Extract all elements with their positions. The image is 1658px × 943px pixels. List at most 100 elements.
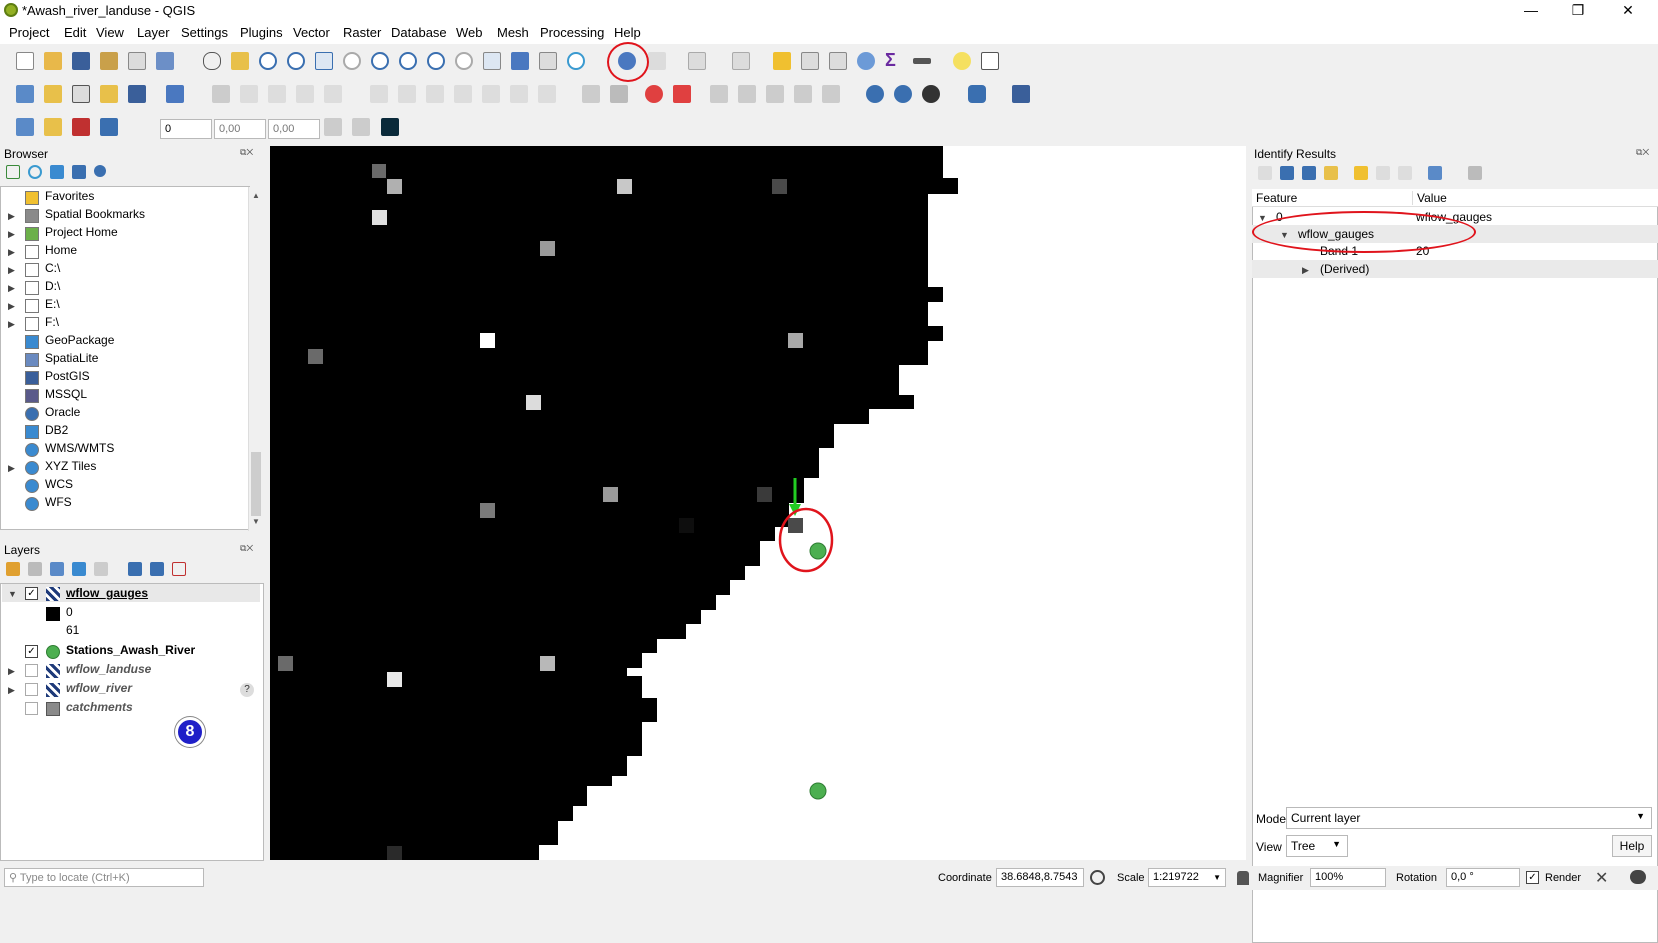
expand-new-results-icon[interactable] xyxy=(1280,166,1294,180)
expand-arrow-icon[interactable]: ▼ xyxy=(8,589,17,599)
maximize-button[interactable]: ❐ xyxy=(1555,0,1601,22)
collapse-all-icon[interactable] xyxy=(72,165,86,179)
select-identify-mode-icon[interactable] xyxy=(1428,166,1442,180)
view-select[interactable]: Tree ▼ xyxy=(1286,835,1348,857)
menu-raster[interactable]: Raster xyxy=(343,25,381,40)
menu-plugins[interactable]: Plugins xyxy=(240,25,283,40)
metasearch-icon[interactable] xyxy=(922,85,940,103)
browser-item[interactable]: E:\ xyxy=(45,297,60,315)
browser-item[interactable]: WFS xyxy=(45,495,72,513)
browser-item[interactable]: MSSQL xyxy=(45,387,87,405)
copy-features-icon[interactable] xyxy=(454,85,472,103)
expand-arrow-icon[interactable]: ▶ xyxy=(8,247,15,258)
new-shapefile-icon[interactable] xyxy=(72,85,90,103)
browser-scroll-thumb[interactable] xyxy=(251,452,261,516)
select-features-icon[interactable] xyxy=(688,52,706,70)
zoom-selection-icon[interactable] xyxy=(343,52,361,70)
modify-attributes-icon[interactable] xyxy=(370,85,388,103)
menu-edit[interactable]: Edit xyxy=(64,25,86,40)
browser-item[interactable]: F:\ xyxy=(45,315,59,333)
diagram-tool-icon[interactable] xyxy=(610,85,628,103)
locate-search-input[interactable]: ⚲ Type to locate (Ctrl+K) xyxy=(4,868,204,887)
messages-icon[interactable]: ✕ xyxy=(1595,868,1608,888)
browser-item[interactable]: PostGIS xyxy=(45,369,90,387)
menu-project[interactable]: Project xyxy=(9,25,49,40)
print-response-icon[interactable] xyxy=(1398,166,1412,180)
layer-name-wflow-river[interactable]: wflow_river xyxy=(66,681,132,699)
cut-features-icon[interactable] xyxy=(426,85,444,103)
expand-arrow-icon[interactable]: ▶ xyxy=(8,319,15,330)
toggle-editing-icon[interactable] xyxy=(240,85,258,103)
paste-features-icon[interactable] xyxy=(482,85,500,103)
new-bookmark-icon[interactable] xyxy=(511,52,529,70)
label-abc-icon[interactable] xyxy=(673,85,691,103)
python-console-icon[interactable] xyxy=(968,85,986,103)
menu-view[interactable]: View xyxy=(96,25,124,40)
pin-labels-icon[interactable] xyxy=(822,85,840,103)
zoom-last-icon[interactable] xyxy=(427,52,445,70)
browser-item[interactable]: D:\ xyxy=(45,279,60,297)
add-group-icon[interactable] xyxy=(28,562,42,576)
expand-tree-icon[interactable] xyxy=(1258,166,1272,180)
zoom-next-icon[interactable] xyxy=(455,52,473,70)
help-button[interactable]: Help xyxy=(1612,835,1652,857)
zoom-in-icon[interactable] xyxy=(259,52,277,70)
browser-filter-icon[interactable] xyxy=(50,165,64,179)
layer-checkbox-stations[interactable]: ✓ xyxy=(25,645,38,658)
open-project-icon[interactable] xyxy=(44,52,62,70)
identify-settings-icon[interactable] xyxy=(1468,166,1482,180)
layer-checkbox-wflow-landuse[interactable] xyxy=(25,664,38,677)
new-geopackage-layer-icon[interactable] xyxy=(44,85,62,103)
attribute-table-icon[interactable] xyxy=(801,52,819,70)
filter-legend-icon[interactable] xyxy=(72,562,86,576)
text-annotation-icon[interactable] xyxy=(981,52,999,70)
expand-arrow-icon[interactable]: ▶ xyxy=(8,685,15,696)
menu-database[interactable]: Database xyxy=(391,25,447,40)
field-calculator-icon[interactable] xyxy=(829,52,847,70)
measure-icon[interactable] xyxy=(913,58,931,64)
browser-item[interactable]: WCS xyxy=(45,477,73,495)
help-contents-icon[interactable] xyxy=(1012,85,1030,103)
value-spin-2[interactable]: 0,00 xyxy=(214,119,266,139)
browser-item[interactable]: Home xyxy=(45,243,77,261)
properties-icon[interactable] xyxy=(94,165,106,177)
collapse-all-layers-icon[interactable] xyxy=(150,562,164,576)
digitize-segment-icon[interactable] xyxy=(16,118,34,136)
render-checkbox[interactable]: ✓ xyxy=(1526,871,1539,884)
browser-item[interactable]: C:\ xyxy=(45,261,60,279)
new-spatialite-icon[interactable] xyxy=(128,85,146,103)
scale-field[interactable]: 1:219722 ▼ xyxy=(1148,868,1226,887)
pan-icon[interactable] xyxy=(203,52,221,70)
highlight-pin-icon[interactable] xyxy=(645,85,663,103)
menu-processing[interactable]: Processing xyxy=(540,25,604,40)
rotate-label-icon[interactable] xyxy=(738,85,756,103)
layer-name-catchments[interactable]: catchments xyxy=(66,700,133,718)
data-source-manager-icon[interactable] xyxy=(16,85,34,103)
menu-web[interactable]: Web xyxy=(456,25,483,40)
browser-item[interactable]: XYZ Tiles xyxy=(45,459,96,477)
log-messages-icon[interactable] xyxy=(1630,870,1646,884)
browser-item[interactable]: Oracle xyxy=(45,405,80,423)
station-point[interactable] xyxy=(809,542,827,560)
browser-item[interactable]: DB2 xyxy=(45,423,68,441)
menu-help[interactable]: Help xyxy=(614,25,641,40)
close-button[interactable]: ✕ xyxy=(1605,0,1651,22)
expand-arrow-icon[interactable]: ▶ xyxy=(8,463,15,474)
offset-icon[interactable] xyxy=(100,118,118,136)
layer-name-stations[interactable]: Stations_Awash_River xyxy=(66,643,195,661)
save-as-icon[interactable] xyxy=(100,52,118,70)
browser-scrollbar[interactable]: ▲ ▼ xyxy=(248,187,262,531)
raster-tool-icon[interactable] xyxy=(381,118,399,136)
zoom-out-icon[interactable] xyxy=(287,52,305,70)
expand-arrow-icon[interactable]: ▶ xyxy=(8,211,15,222)
processing-toolbox-icon[interactable] xyxy=(857,52,875,70)
value-spin-1[interactable]: 0 xyxy=(160,119,212,139)
reshape-icon[interactable] xyxy=(72,118,90,136)
move-label-icon[interactable] xyxy=(710,85,728,103)
map-canvas[interactable] xyxy=(270,146,1246,860)
menu-mesh[interactable]: Mesh xyxy=(497,25,529,40)
tool-a-icon[interactable] xyxy=(324,118,342,136)
browser-item[interactable]: Favorites xyxy=(45,189,94,207)
collapse-tree-icon[interactable] xyxy=(1302,166,1316,180)
print-layout-icon[interactable] xyxy=(128,52,146,70)
